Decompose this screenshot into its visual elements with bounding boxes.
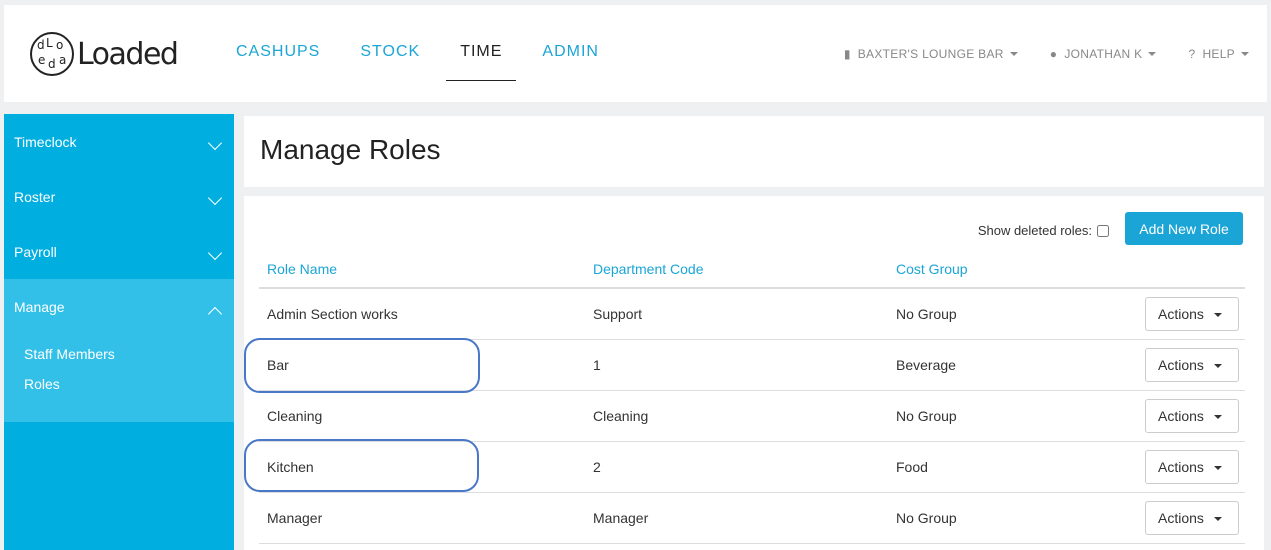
sidebar-item-manage[interactable]: Manage: [4, 279, 234, 334]
nav-stock[interactable]: STOCK: [360, 43, 420, 81]
show-deleted-toggle[interactable]: Show deleted roles:: [978, 223, 1109, 238]
column-department-code[interactable]: Department Code: [593, 261, 704, 277]
venue-label: BAXTER'S LOUNGE BAR: [857, 47, 1004, 61]
highlight-kitchen-annotation: [244, 439, 479, 492]
highlight-bar-annotation: [244, 338, 480, 393]
chevron-down-icon: [207, 245, 223, 261]
loaded-logo[interactable]: d L o e d a Loaded: [30, 31, 179, 77]
question-icon: ?: [1188, 47, 1196, 61]
sidebar-item-label: Timeclock: [14, 134, 77, 150]
show-deleted-checkbox[interactable]: [1097, 224, 1109, 237]
sidebar-subitem-roles[interactable]: Roles: [24, 374, 234, 404]
venue-dropdown[interactable]: ▮ BAXTER'S LOUNGE BAR: [844, 47, 1018, 61]
page-title: Manage Roles: [260, 134, 441, 165]
role-name-cell: Cleaning: [267, 408, 323, 424]
user-dropdown[interactable]: ● JONATHAN K: [1050, 47, 1157, 61]
actions-dropdown-button[interactable]: Actions: [1145, 501, 1239, 535]
sidebar-item-label: Roster: [14, 189, 56, 205]
top-right-menu: ▮ BAXTER'S LOUNGE BAR ● JONATHAN K ? HEL…: [812, 47, 1249, 61]
sidebar-item-roster[interactable]: Roster: [4, 169, 234, 224]
caret-down-icon: [1213, 364, 1222, 369]
table-header: Role Name Department Code Cost Group: [259, 251, 1245, 289]
actions-dropdown-button[interactable]: Actions: [1145, 348, 1239, 382]
chevron-down-icon: [1009, 52, 1018, 56]
actions-dropdown-button[interactable]: Actions: [1145, 399, 1239, 433]
user-icon: ●: [1049, 47, 1058, 61]
building-icon: ▮: [843, 47, 851, 61]
actions-label: Actions: [1158, 306, 1204, 322]
nav-time[interactable]: TIME: [446, 43, 517, 81]
department-code-cell: Manager: [593, 510, 649, 526]
logo-text: Loaded: [77, 36, 179, 72]
caret-down-icon: [1213, 415, 1222, 420]
cost-group-cell: Beverage: [896, 357, 956, 373]
column-cost-group[interactable]: Cost Group: [896, 261, 968, 277]
table-body: Admin Section works Support No Group Act…: [259, 289, 1245, 544]
cost-group-cell: No Group: [896, 408, 957, 424]
sidebar-item-label: Manage: [14, 299, 65, 315]
add-new-role-button[interactable]: Add New Role: [1125, 212, 1243, 245]
sidebar-item-timeclock[interactable]: Timeclock: [4, 114, 234, 169]
department-code-cell: 1: [593, 357, 601, 373]
actions-label: Actions: [1158, 408, 1204, 424]
caret-down-icon: [1213, 466, 1222, 471]
actions-dropdown-button[interactable]: Actions: [1145, 297, 1239, 331]
logo-mark-icon: d L o e d a: [30, 32, 74, 76]
sidebar: Timeclock Roster Payroll Manage Staff Me…: [4, 114, 234, 550]
department-code-cell: 2: [593, 459, 601, 475]
actions-dropdown-button[interactable]: Actions: [1145, 450, 1239, 484]
cost-group-cell: No Group: [896, 510, 957, 526]
top-header: d L o e d a Loaded CASHUPS STOCK TIME AD…: [4, 5, 1267, 102]
column-role-name[interactable]: Role Name: [267, 261, 337, 277]
department-code-cell: Cleaning: [593, 408, 649, 424]
sidebar-submenu-manage: Staff Members Roles: [4, 334, 234, 422]
caret-down-icon: [1213, 517, 1222, 522]
department-code-cell: Support: [593, 306, 643, 322]
cost-group-cell: Food: [896, 459, 928, 475]
sidebar-item-payroll[interactable]: Payroll: [4, 224, 234, 279]
help-label: HELP: [1202, 47, 1235, 61]
help-dropdown[interactable]: ? HELP: [1188, 47, 1249, 61]
title-panel: Manage Roles: [244, 116, 1264, 187]
chevron-up-icon: [207, 306, 223, 322]
chevron-down-icon: [1148, 52, 1157, 56]
actions-label: Actions: [1158, 357, 1204, 373]
table-row: Admin Section works Support No Group Act…: [259, 289, 1245, 340]
sidebar-subitem-staff-members[interactable]: Staff Members: [24, 344, 234, 374]
user-label: JONATHAN K: [1064, 47, 1143, 61]
chevron-down-icon: [207, 190, 223, 206]
sidebar-item-label: Payroll: [14, 244, 57, 260]
caret-down-icon: [1213, 313, 1222, 318]
table-row: Cleaning Cleaning No Group Actions: [259, 391, 1245, 442]
role-name-cell: Admin Section works: [267, 306, 398, 322]
actions-label: Actions: [1158, 510, 1204, 526]
role-name-cell: Manager: [267, 510, 323, 526]
cost-group-cell: No Group: [896, 306, 957, 322]
show-deleted-label: Show deleted roles:: [977, 223, 1092, 238]
main-nav: CASHUPS STOCK TIME ADMIN: [236, 43, 639, 81]
table-row: Manager Manager No Group Actions: [259, 493, 1245, 544]
nav-cashups[interactable]: CASHUPS: [236, 43, 320, 81]
nav-admin[interactable]: ADMIN: [542, 43, 599, 81]
chevron-down-icon: [207, 135, 223, 151]
actions-label: Actions: [1158, 459, 1204, 475]
chevron-down-icon: [1241, 52, 1249, 56]
